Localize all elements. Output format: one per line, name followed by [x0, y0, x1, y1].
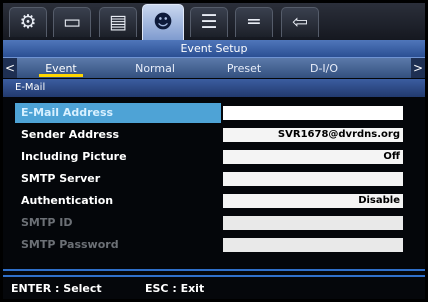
field-label: Including Picture: [21, 150, 127, 163]
smtp-password-field: [223, 238, 403, 252]
sub-tab-normal[interactable]: Normal: [129, 61, 181, 76]
email-address-field[interactable]: [223, 106, 403, 120]
network-icon: ☰: [200, 11, 218, 33]
section-header: E-Mail: [3, 79, 425, 97]
divider: [3, 275, 425, 277]
sub-tab-dio[interactable]: D-I/O: [299, 61, 349, 76]
tab-network[interactable]: ☰: [190, 7, 228, 37]
field-label: Sender Address: [21, 128, 120, 141]
field-row-smtp-password: SMTP Password: [3, 235, 425, 255]
sender-address-field[interactable]: SVR1678@dvrdns.org: [223, 128, 403, 142]
field-label: SMTP Server: [21, 172, 101, 185]
field-row-authentication[interactable]: Authentication Disable: [3, 191, 425, 211]
authentication-select[interactable]: Disable: [223, 194, 403, 208]
tab-event[interactable]: ☻: [142, 4, 184, 40]
exit-hint: ESC : Exit: [145, 282, 205, 295]
field-label: SMTP ID: [21, 216, 73, 229]
sub-tab-left-arrow[interactable]: <: [3, 58, 17, 78]
users-icon: ☻: [153, 11, 173, 33]
including-picture-select[interactable]: Off: [223, 150, 403, 164]
select-hint: ENTER : Select: [11, 282, 102, 295]
hdd-icon: ▤: [109, 11, 127, 33]
field-row-email-address[interactable]: E-Mail Address: [3, 103, 425, 123]
tab-exit[interactable]: ⇦: [281, 7, 319, 37]
sub-tab-right-arrow[interactable]: >: [411, 58, 425, 78]
footer-hints: ENTER : Select ESC : Exit: [3, 280, 425, 299]
sub-tab-event[interactable]: Event: [37, 61, 85, 77]
page-title: Event Setup: [3, 40, 425, 58]
gear-icon: ⚙: [19, 11, 37, 33]
sub-tab-preset[interactable]: Preset: [219, 61, 269, 76]
field-label: SMTP Password: [21, 238, 119, 251]
tab-display[interactable]: ▭: [53, 7, 91, 37]
exit-icon: ⇦: [292, 11, 308, 33]
field-row-smtp-id: SMTP ID: [3, 213, 425, 233]
display-icon: ▭: [63, 11, 81, 33]
tab-system[interactable]: ⚙: [9, 7, 47, 37]
tab-storage[interactable]: ▤: [99, 7, 137, 37]
dvr-screen: ⚙ ▭ ▤ ☻ ☰ ═ ⇦ Event Setup < Event Normal…: [3, 3, 425, 299]
tab-remote[interactable]: ═: [235, 7, 273, 37]
field-label: Authentication: [21, 194, 114, 207]
field-row-sender-address[interactable]: Sender Address SVR1678@dvrdns.org: [3, 125, 425, 145]
icon-tab-bar: ⚙ ▭ ▤ ☻ ☰ ═ ⇦: [3, 3, 425, 40]
smtp-server-field[interactable]: [223, 172, 403, 186]
sub-tab-bar: < Event Normal Preset D-I/O >: [3, 58, 425, 78]
field-label: E-Mail Address: [15, 103, 221, 123]
smtp-id-field: [223, 216, 403, 230]
field-row-including-picture[interactable]: Including Picture Off: [3, 147, 425, 167]
remote-icon: ═: [248, 11, 260, 33]
field-row-smtp-server[interactable]: SMTP Server: [3, 169, 425, 189]
divider: [3, 269, 425, 271]
